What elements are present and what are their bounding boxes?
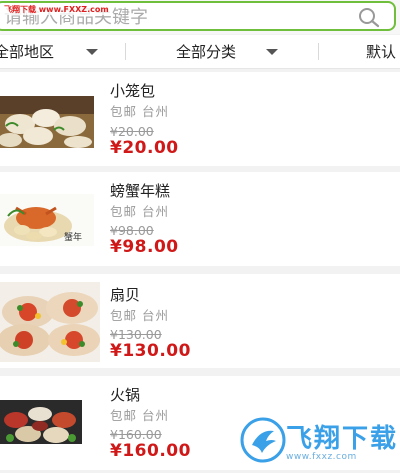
product-name: 螃蟹年糕 (110, 182, 171, 200)
region-tag: 台州 (142, 408, 170, 423)
sale-price: ¥130.00 (110, 341, 191, 361)
product-item[interactable]: 小笼包 包邮 台州 ¥20.00 ¥20.00 (0, 72, 400, 166)
shipping-tag: 包邮 (110, 308, 138, 323)
sale-price: ¥98.00 (110, 237, 179, 257)
original-price: ¥98.00 (110, 223, 154, 238)
divider (318, 43, 319, 60)
product-name: 扇贝 (110, 286, 141, 304)
product-item[interactable]: 扇贝 包邮 台州 ¥130.00 ¥130.00 (0, 274, 400, 368)
filter-bar: 全部地区 全部分类 默认 (0, 35, 400, 69)
watermark-logo: 飞翔下载 www.fxxz.com (238, 414, 398, 466)
svg-text:蟹年: 蟹年 (64, 231, 82, 243)
product-tags: 包邮 台州 (110, 305, 169, 324)
product-image-dumplings[interactable] (0, 96, 94, 148)
filter-sort-label: 默认 (366, 43, 397, 61)
product-image-hotpot[interactable] (0, 400, 82, 444)
filter-sort-dropdown[interactable]: 默认 (366, 35, 396, 68)
divider (125, 43, 126, 60)
watermark-text: 飞翔下载 www.FXXZ.com (2, 4, 111, 15)
filter-region-label: 全部地区 (0, 43, 55, 61)
original-price: ¥130.00 (110, 327, 162, 342)
logo-icon (240, 417, 286, 463)
sale-price: ¥20.00 (110, 138, 179, 158)
logo-url: www.fxxz.com (286, 452, 357, 462)
product-tags: 包邮 台州 (110, 405, 169, 424)
shipping-tag: 包邮 (110, 104, 138, 119)
chevron-down-icon (266, 48, 279, 55)
logo-text: 飞翔下载 (286, 424, 399, 454)
chevron-down-icon (86, 48, 99, 55)
product-image-scallops[interactable] (0, 282, 100, 362)
product-item[interactable]: 蟹年 螃蟹年糕 包邮 台州 ¥98.00 ¥98.00 (0, 172, 400, 266)
filter-category-dropdown[interactable]: 全部分类 (176, 35, 279, 68)
shipping-tag: 包邮 (110, 204, 138, 219)
original-price: ¥20.00 (110, 124, 154, 139)
product-name: 小笼包 (110, 82, 156, 100)
top-bar: 飞翔下载 www.FXXZ.com (0, 0, 400, 34)
shipping-tag: 包邮 (110, 408, 138, 423)
region-tag: 台州 (142, 204, 170, 219)
product-image-crab-rice-cake[interactable]: 蟹年 (0, 194, 94, 246)
product-name: 火锅 (110, 386, 141, 404)
search-icon[interactable] (356, 6, 382, 28)
filter-region-dropdown[interactable]: 全部地区 (0, 35, 99, 68)
filter-category-label: 全部分类 (176, 43, 237, 61)
region-tag: 台州 (142, 104, 170, 119)
original-price: ¥160.00 (110, 427, 162, 442)
product-tags: 包邮 台州 (110, 101, 169, 120)
product-tags: 包邮 台州 (110, 201, 169, 220)
sale-price: ¥160.00 (110, 441, 191, 461)
region-tag: 台州 (142, 308, 170, 323)
